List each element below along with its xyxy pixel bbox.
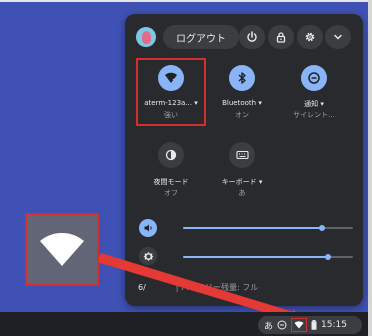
wifi-toggle[interactable] [158, 65, 184, 91]
window-top-edge [0, 0, 372, 2]
signout-button[interactable]: ログアウト [163, 25, 239, 49]
bluetooth-icon [238, 72, 246, 84]
power-button[interactable] [239, 25, 265, 49]
zoomed-wifi-callout [25, 213, 99, 286]
lock-icon [276, 32, 286, 43]
keyboard-label[interactable]: キーボード ▾ [207, 177, 277, 187]
wifi-icon [165, 72, 177, 83]
notification-toggle[interactable] [301, 65, 327, 91]
power-icon [247, 31, 257, 42]
status-area[interactable]: あ 15:15 [258, 316, 362, 334]
wifi-strength-label: 強い [164, 111, 178, 119]
notification-label[interactable]: 通知 ▾ [279, 99, 349, 109]
volume-icon [144, 224, 152, 232]
bluetooth-status: オン [235, 111, 249, 119]
wifi-network-label[interactable]: aterm-123a... ▾ [136, 99, 206, 107]
keyboard-status: あ [238, 189, 246, 197]
clock-label[interactable]: 15:15 [321, 320, 347, 330]
brightness-icon [143, 251, 153, 261]
window-right-edge [368, 0, 372, 336]
wifi-status-highlight [291, 318, 308, 332]
bluetooth-toggle[interactable] [229, 65, 255, 91]
lock-button[interactable] [268, 25, 294, 49]
volume-slider[interactable] [183, 222, 353, 234]
night-light-label[interactable]: 夜間モード [136, 177, 206, 187]
volume-fill [183, 227, 323, 229]
user-avatar[interactable] [136, 27, 156, 47]
notification-status: サイレント... [293, 111, 335, 119]
night-light-icon [165, 149, 177, 161]
date-battery-line: 6/ | バッテリー残量: フル [138, 282, 258, 293]
night-light-status: オフ [164, 189, 178, 197]
ime-indicator[interactable]: あ [264, 319, 273, 332]
night-light-toggle[interactable] [158, 142, 184, 168]
battery-icon [311, 320, 317, 330]
do-not-disturb-icon-shelf [277, 320, 287, 330]
battery-status: | バッテリー残量: フル [175, 283, 259, 292]
gear-icon [305, 32, 315, 42]
wifi-icon-large [40, 232, 84, 266]
bluetooth-label[interactable]: Bluetooth ▾ [207, 99, 277, 107]
wifi-status-icon [294, 321, 304, 329]
chevron-down-icon [334, 34, 342, 40]
volume-thumb[interactable] [319, 225, 326, 231]
date-label[interactable]: 6/ [138, 283, 146, 292]
brightness-button [139, 247, 157, 265]
brightness-slider[interactable] [183, 251, 353, 263]
volume-mute-button[interactable] [139, 219, 157, 237]
settings-button[interactable] [297, 25, 323, 49]
collapse-button[interactable] [325, 25, 351, 49]
quick-settings-panel: ログアウト aterm-123a... ▾ 強い Bluetooth ▾ オン … [125, 14, 363, 306]
keyboard-toggle[interactable] [229, 142, 255, 168]
brightness-thumb[interactable] [324, 254, 331, 260]
keyboard-icon [235, 150, 249, 160]
brightness-fill [183, 256, 328, 258]
do-not-disturb-icon [308, 72, 320, 84]
